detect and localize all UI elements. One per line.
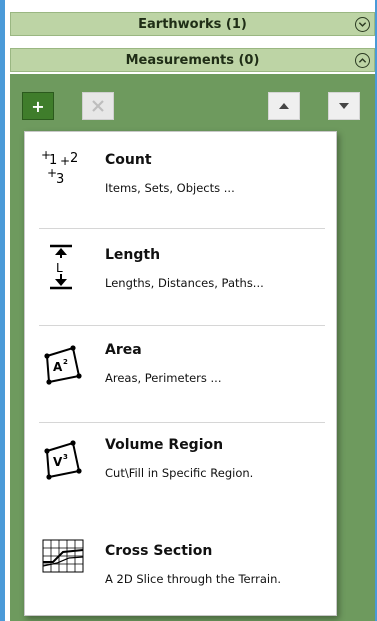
count-glyph-c-sub: 3 (56, 172, 64, 187)
menu-item-description: Cut\Fill in Specific Region. (105, 466, 254, 480)
menu-item-cross-section[interactable]: Cross Section A 2D Slice through the Ter… (25, 518, 338, 608)
measurements-section-header[interactable]: Measurements (0) (10, 48, 375, 72)
close-icon (92, 100, 104, 112)
menu-item-title: Count (105, 152, 152, 168)
add-measurement-button[interactable]: + (22, 92, 54, 120)
menu-item-title: Length (105, 247, 161, 263)
cross-section-icon (42, 539, 84, 573)
move-up-button[interactable] (268, 92, 300, 120)
menu-item-count[interactable]: + 1 + 2 + 3 Count Items, Sets, Objects .… (25, 132, 338, 222)
arrow-up-icon (279, 103, 289, 109)
chevron-up-icon[interactable] (355, 53, 370, 68)
menu-item-title: Volume Region (105, 437, 224, 453)
length-icon: L (50, 244, 72, 290)
add-measurement-menu: + 1 + 2 + 3 Count Items, Sets, Objects .… (24, 131, 337, 616)
menu-item-description: Items, Sets, Objects ... (105, 181, 235, 195)
earthworks-section-label: Earthworks (1) (138, 16, 247, 32)
menu-item-description: A 2D Slice through the Terrain. (105, 572, 282, 586)
area-glyph: A (53, 360, 63, 374)
menu-item-title: Area (105, 342, 142, 358)
menu-item-volume-region[interactable]: V 3 Volume Region Cut\Fill in Specific R… (25, 423, 338, 513)
arrow-down-icon (339, 103, 349, 109)
volume-icon: V 3 (44, 440, 82, 480)
menu-item-description: Areas, Perimeters ... (105, 371, 222, 385)
menu-item-length[interactable]: L Length Lengths, Distances, Paths... (25, 229, 338, 319)
menu-item-area[interactable]: A 2 Area Areas, Perimeters ... (25, 326, 338, 416)
volume-glyph-sup: 3 (63, 453, 68, 461)
window-border-left (0, 0, 5, 621)
move-down-button[interactable] (328, 92, 360, 120)
chevron-down-icon[interactable] (355, 17, 370, 32)
measurements-panel-window: Earthworks (1) Measurements (0) + + 1 + … (0, 0, 377, 621)
count-glyph-b: + (60, 154, 70, 168)
add-button-label: + (31, 96, 45, 116)
area-glyph-sup: 2 (63, 358, 68, 366)
measurements-section-label: Measurements (0) (125, 52, 260, 68)
area-icon: A 2 (44, 345, 82, 385)
delete-measurement-button[interactable] (82, 92, 114, 120)
count-icon: + 1 + 2 + 3 (41, 148, 78, 187)
menu-item-description: Lengths, Distances, Paths... (105, 276, 264, 290)
length-glyph: L (56, 261, 63, 275)
volume-glyph: V (53, 455, 63, 469)
count-glyph-b-sub: 2 (70, 151, 78, 166)
earthworks-section-header[interactable]: Earthworks (1) (10, 12, 375, 36)
menu-item-title: Cross Section (105, 543, 213, 559)
